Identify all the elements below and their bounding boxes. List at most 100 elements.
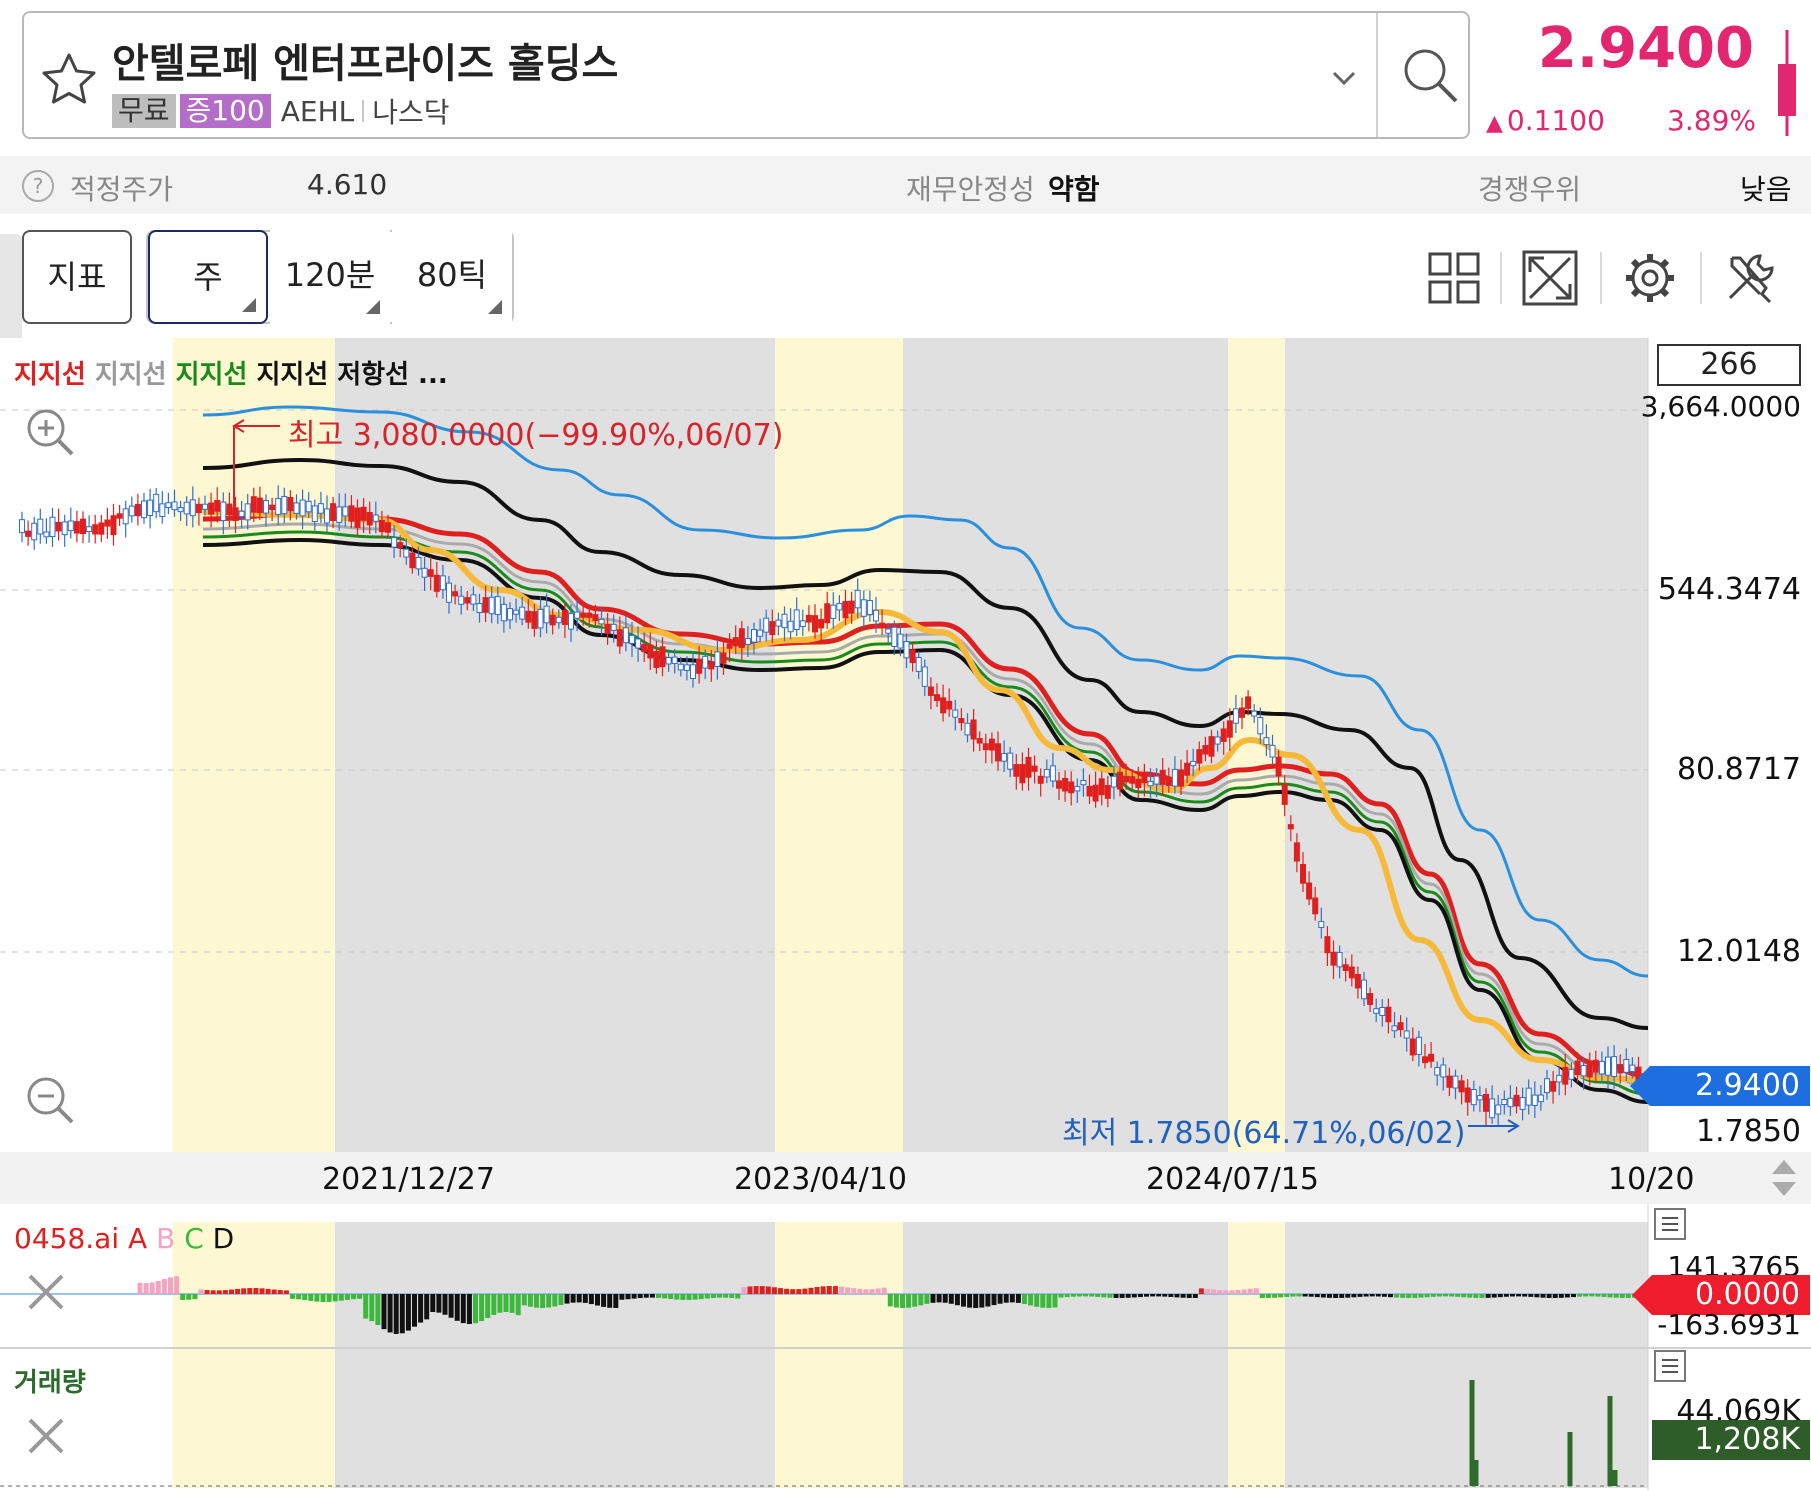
period-week-button[interactable]: 주 (148, 230, 268, 324)
oscillator-bar (1375, 1294, 1381, 1297)
oscillator-bar (1473, 1294, 1479, 1298)
price-chart[interactable] (0, 336, 1811, 1491)
chart-legend[interactable]: 지지선 지지선 지지선 지지선 저항선 ... (14, 354, 448, 391)
candle-body (568, 613, 574, 630)
oscillator-legend[interactable]: 0458.ai A B C D (14, 1222, 234, 1255)
candle-body (561, 609, 568, 625)
oscillator-bar (271, 1289, 277, 1294)
oscillator-bar (534, 1294, 539, 1308)
oscillator-bar (1009, 1294, 1015, 1303)
candle-body (574, 611, 581, 619)
oscillator-bar (662, 1294, 668, 1299)
expand-icon[interactable] (1520, 248, 1580, 308)
oscillator-bar (601, 1294, 607, 1307)
y-tick-label: 1.7850 (1696, 1114, 1801, 1149)
candle-body (1214, 736, 1221, 745)
volume-title[interactable]: 거래량 (14, 1362, 86, 1399)
candle-body (1056, 780, 1062, 789)
period-80tick-button[interactable]: 80틱 (392, 230, 512, 324)
candle-body (1483, 1093, 1489, 1112)
candle-body (1171, 768, 1178, 787)
highlight-zone (775, 1222, 903, 1488)
oscillator-bar (747, 1286, 753, 1294)
candle-body (866, 599, 873, 615)
oscillator-bar (454, 1294, 460, 1321)
candle-body (519, 606, 526, 620)
candle-body (958, 718, 965, 724)
oscillator-bar (418, 1294, 424, 1323)
layout-grid-icon[interactable] (1424, 248, 1484, 308)
oscillator-bar (375, 1294, 381, 1325)
date-label: 2023/04/10 (734, 1162, 907, 1197)
oscillator-bar (991, 1294, 997, 1306)
close-icon[interactable] (24, 1414, 68, 1458)
margin-badge: 증100 (179, 94, 271, 128)
volume-menu-button[interactable] (1654, 1350, 1686, 1382)
tag-divider (362, 100, 365, 122)
gear-icon[interactable] (1620, 248, 1680, 308)
candle-body (1098, 778, 1105, 796)
chevron-down-icon[interactable] (1324, 63, 1364, 93)
stock-search-box[interactable]: 안텔로페 엔터프라이즈 홀딩스 무료 증100 AEHL 나스닥 (22, 11, 1470, 139)
oscillator-bar (1015, 1294, 1021, 1303)
candle-body (885, 628, 892, 634)
oscillator-bar (1156, 1294, 1162, 1297)
close-icon[interactable] (24, 1270, 68, 1314)
candle-body (781, 613, 788, 629)
date-axis[interactable]: 2021/12/27 2023/04/10 2024/07/15 10/20 (0, 1152, 1811, 1204)
candle-body (433, 574, 440, 592)
oscillator-menu-button[interactable] (1654, 1208, 1686, 1240)
oscillator-bar (595, 1294, 600, 1306)
candle-body (134, 503, 141, 517)
oscillator-bar (1510, 1294, 1515, 1297)
candle-body (43, 531, 50, 538)
candle-body (1519, 1097, 1526, 1110)
oscillator-bar (961, 1294, 966, 1307)
oscillator-bar (1369, 1294, 1375, 1297)
candle-body (525, 610, 532, 623)
wrench-screwdriver-icon[interactable] (1720, 248, 1780, 308)
oscillator-bar (942, 1294, 948, 1303)
candle-body (726, 643, 733, 649)
zoom-in-icon[interactable] (22, 404, 78, 460)
oscillator-bar (320, 1294, 326, 1302)
oscillator-bar (405, 1294, 411, 1331)
oscillator-bar (155, 1280, 161, 1294)
candle-body (1318, 921, 1325, 928)
oscillator-bar (613, 1294, 619, 1308)
oscillator-bar (1461, 1294, 1467, 1298)
candle-body (1287, 824, 1294, 830)
period-120min-button[interactable]: 120분 (270, 230, 390, 324)
search-icon[interactable] (1398, 43, 1464, 109)
candle-body (122, 508, 129, 525)
oscillator-bar (765, 1286, 771, 1294)
oscillator-bar (558, 1294, 564, 1305)
zoom-out-icon[interactable] (22, 1072, 78, 1128)
candle-body (250, 496, 257, 513)
legend-item: 지지선 (14, 360, 95, 390)
candle-body (1007, 752, 1014, 770)
candle-body (988, 738, 995, 751)
candle-body (128, 505, 135, 517)
candle-body (702, 655, 709, 669)
star-icon[interactable] (38, 49, 100, 109)
oscillator-bar (479, 1294, 485, 1322)
candle-body (1239, 707, 1245, 718)
candle-body (1281, 784, 1288, 805)
oscillator-bar (863, 1289, 869, 1294)
candle-body (1507, 1097, 1514, 1108)
candle-body (275, 498, 282, 515)
oscillator-bar (1595, 1294, 1601, 1297)
candle-count-box[interactable]: 266 (1657, 344, 1801, 386)
oscillator-bar (1497, 1294, 1503, 1298)
oscillator-bar (192, 1294, 198, 1300)
oscillator-bar (1467, 1294, 1473, 1298)
indicator-button[interactable]: 지표 (22, 230, 132, 324)
candle-body (488, 596, 495, 615)
oscillator-bar (1528, 1294, 1534, 1297)
candle-body (1415, 1036, 1422, 1055)
candle-body (598, 618, 605, 625)
help-icon[interactable]: ? (22, 170, 54, 202)
axis-scroll-icon[interactable] (1770, 1158, 1798, 1198)
oscillator-bar (1003, 1294, 1009, 1303)
